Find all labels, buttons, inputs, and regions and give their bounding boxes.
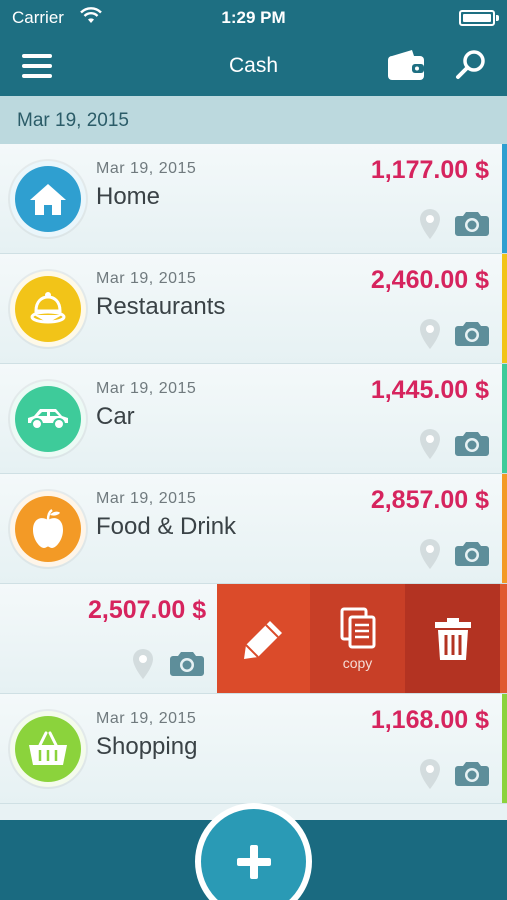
transaction-row[interactable]: Mar 19, 2015 Restaurants 2,460.00 $ — [0, 254, 507, 364]
transaction-amount: 1,445.00 $ — [370, 376, 489, 404]
transaction-category: Food & Drink — [96, 513, 237, 540]
edit-button[interactable] — [217, 584, 310, 693]
apple-icon — [10, 491, 86, 567]
copy-button[interactable]: copy — [310, 584, 405, 693]
camera-icon[interactable] — [455, 760, 489, 786]
car-icon — [10, 381, 86, 457]
home-icon — [10, 161, 86, 237]
copy-icon — [340, 607, 375, 649]
location-pin-icon[interactable] — [419, 208, 441, 240]
camera-icon[interactable] — [170, 650, 204, 676]
category-accent-bar — [502, 144, 507, 253]
trash-icon — [434, 618, 471, 660]
pencil-icon — [243, 621, 282, 659]
camera-icon[interactable] — [455, 320, 489, 346]
category-accent-bar — [502, 474, 507, 583]
transaction-date: Mar 19, 2015 — [96, 270, 197, 287]
transaction-row[interactable]: Mar 19, 2015 Home 1,177.00 $ — [0, 144, 507, 254]
transaction-date: Mar 19, 2015 — [96, 160, 197, 177]
basket-icon — [10, 711, 86, 787]
battery-icon — [459, 10, 499, 26]
nav-bar: Cash — [0, 36, 507, 96]
category-accent-bar — [502, 694, 507, 803]
wallet-icon[interactable] — [386, 48, 426, 82]
transaction-amount: 2,507.00 $ — [88, 596, 207, 624]
plus-icon — [236, 844, 271, 879]
transaction-category: Restaurants — [96, 293, 226, 320]
page-title: Cash — [228, 54, 279, 77]
camera-icon[interactable] — [455, 210, 489, 236]
transaction-row[interactable]: Mar 19, 2015 Food & Drink 2,857.00 $ — [0, 474, 507, 584]
transaction-amount: 1,177.00 $ — [370, 156, 489, 184]
delete-button[interactable] — [405, 584, 500, 693]
transaction-category: Home — [96, 183, 161, 210]
location-pin-icon[interactable] — [132, 648, 154, 680]
transaction-amount: 2,857.00 $ — [370, 486, 489, 514]
location-pin-icon[interactable] — [419, 758, 441, 790]
copy-label: copy — [342, 655, 373, 671]
search-icon[interactable] — [454, 48, 488, 82]
status-bar: Carrier 1:29 PM — [0, 0, 507, 36]
transaction-row-swiped[interactable]: 2,507.00 $ copy — [0, 584, 507, 694]
location-pin-icon[interactable] — [419, 538, 441, 570]
transaction-amount: 2,460.00 $ — [370, 266, 489, 294]
location-pin-icon[interactable] — [419, 318, 441, 350]
location-pin-icon[interactable] — [419, 428, 441, 460]
transaction-list: Mar 19, 2015 Home 1,177.00 $ Mar 19, 201… — [0, 144, 507, 804]
transaction-date: Mar 19, 2015 — [96, 490, 197, 507]
transaction-category: Car — [96, 403, 135, 430]
add-transaction-button[interactable] — [195, 803, 312, 900]
cake-icon — [10, 271, 86, 347]
camera-icon[interactable] — [455, 430, 489, 456]
transaction-row[interactable]: Mar 19, 2015 Car 1,445.00 $ — [0, 364, 507, 474]
camera-icon[interactable] — [455, 540, 489, 566]
swipe-actions: copy — [217, 584, 507, 693]
category-accent-bar — [500, 584, 507, 693]
transaction-category: Shopping — [96, 733, 198, 760]
clock-label: 1:29 PM — [221, 8, 286, 27]
transaction-amount: 1,168.00 $ — [370, 706, 489, 734]
transaction-date: Mar 19, 2015 — [96, 710, 197, 727]
transaction-date: Mar 19, 2015 — [96, 380, 197, 397]
section-date-header: Mar 19, 2015 — [0, 96, 507, 144]
transaction-row[interactable]: Mar 19, 2015 Shopping 1,168.00 $ — [0, 694, 507, 804]
category-accent-bar — [502, 254, 507, 363]
category-accent-bar — [502, 364, 507, 473]
